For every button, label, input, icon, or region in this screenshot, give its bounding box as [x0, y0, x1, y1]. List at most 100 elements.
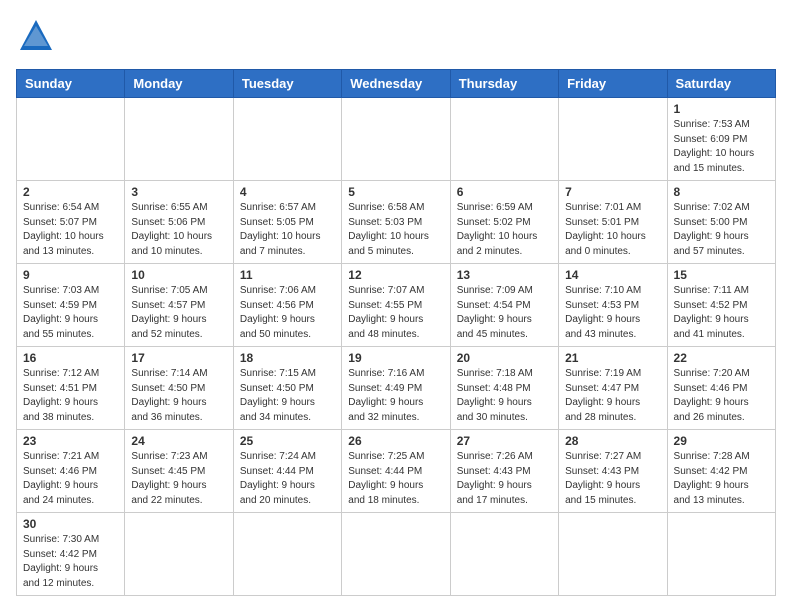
day-number: 28 [565, 434, 660, 448]
day-number: 24 [131, 434, 226, 448]
calendar-cell: 8Sunrise: 7:02 AM Sunset: 5:00 PM Daylig… [667, 181, 775, 264]
day-info: Sunrise: 7:19 AM Sunset: 4:47 PM Dayligh… [565, 367, 660, 425]
day-number: 1 [674, 102, 769, 116]
calendar-cell: 2 Sunrise: 6:54 AM Sunset: 5:07 PM Daylig… [17, 181, 125, 264]
day-info: Sunrise: 7:05 AM Sunset: 4:57 PM Dayligh… [131, 284, 226, 342]
calendar-week-3: 16 Sunrise: 7:12 AM Sunset: 4:51 PM Dayli… [17, 347, 776, 430]
calendar-cell: 19 Sunrise: 7:16 AM Sunset: 4:49 PM Dayli… [342, 347, 450, 430]
calendar-cell: 6Sunrise: 6:59 AM Sunset: 5:02 PM Daylig… [450, 181, 558, 264]
calendar-cell: 10 Sunrise: 7:05 AM Sunset: 4:57 PM Dayli… [125, 264, 233, 347]
calendar-cell [125, 98, 233, 181]
calendar-cell: 25 Sunrise: 7:24 AM Sunset: 4:44 PM Dayli… [233, 430, 341, 513]
day-number: 3 [131, 185, 226, 199]
calendar-cell: 30Sunrise: 7:30 AM Sunset: 4:42 PM Dayli… [17, 513, 125, 596]
calendar-cell: 16 Sunrise: 7:12 AM Sunset: 4:51 PM Dayli… [17, 347, 125, 430]
day-info: Sunrise: 7:21 AM Sunset: 4:46 PM Dayligh… [23, 450, 118, 508]
day-info: Sunrise: 7:06 AM Sunset: 4:56 PM Dayligh… [240, 284, 335, 342]
calendar-header-thursday: Thursday [450, 70, 558, 98]
calendar-cell: 17 Sunrise: 7:14 AM Sunset: 4:50 PM Dayli… [125, 347, 233, 430]
day-info: Sunrise: 7:16 AM Sunset: 4:49 PM Dayligh… [348, 367, 443, 425]
header [16, 16, 776, 61]
calendar-cell [125, 513, 233, 596]
calendar-week-4: 23 Sunrise: 7:21 AM Sunset: 4:46 PM Dayli… [17, 430, 776, 513]
day-info: Sunrise: 7:03 AM Sunset: 4:59 PM Dayligh… [23, 284, 118, 342]
day-info: Sunrise: 7:27 AM Sunset: 4:43 PM Dayligh… [565, 450, 660, 508]
day-info: Sunrise: 7:07 AM Sunset: 4:55 PM Dayligh… [348, 284, 443, 342]
day-info: Sunrise: 7:14 AM Sunset: 4:50 PM Dayligh… [131, 367, 226, 425]
day-info: Sunrise: 7:24 AM Sunset: 4:44 PM Dayligh… [240, 450, 335, 508]
logo-icon [16, 16, 56, 61]
calendar-cell: 11 Sunrise: 7:06 AM Sunset: 4:56 PM Dayli… [233, 264, 341, 347]
calendar-cell [342, 98, 450, 181]
calendar-week-1: 2 Sunrise: 6:54 AM Sunset: 5:07 PM Daylig… [17, 181, 776, 264]
day-number: 20 [457, 351, 552, 365]
calendar-header-friday: Friday [559, 70, 667, 98]
day-number: 27 [457, 434, 552, 448]
day-info: Sunrise: 6:54 AM Sunset: 5:07 PM Dayligh… [23, 201, 118, 259]
calendar-header-sunday: Sunday [17, 70, 125, 98]
calendar-cell [17, 98, 125, 181]
calendar-header-wednesday: Wednesday [342, 70, 450, 98]
calendar-cell: 1 Sunrise: 7:53 AM Sunset: 6:09 PM Daylig… [667, 98, 775, 181]
calendar-cell: 24 Sunrise: 7:23 AM Sunset: 4:45 PM Dayli… [125, 430, 233, 513]
calendar-header-row: SundayMondayTuesdayWednesdayThursdayFrid… [17, 70, 776, 98]
day-number: 8 [674, 185, 769, 199]
calendar-cell: 5Sunrise: 6:58 AM Sunset: 5:03 PM Daylig… [342, 181, 450, 264]
calendar-header-monday: Monday [125, 70, 233, 98]
day-number: 4 [240, 185, 335, 199]
calendar-cell [450, 513, 558, 596]
day-info: Sunrise: 7:10 AM Sunset: 4:53 PM Dayligh… [565, 284, 660, 342]
calendar-header-saturday: Saturday [667, 70, 775, 98]
day-info: Sunrise: 7:23 AM Sunset: 4:45 PM Dayligh… [131, 450, 226, 508]
day-number: 25 [240, 434, 335, 448]
calendar-cell [450, 98, 558, 181]
day-number: 10 [131, 268, 226, 282]
calendar-cell: 28 Sunrise: 7:27 AM Sunset: 4:43 PM Dayli… [559, 430, 667, 513]
calendar-cell [233, 98, 341, 181]
calendar-week-5: 30Sunrise: 7:30 AM Sunset: 4:42 PM Dayli… [17, 513, 776, 596]
day-info: Sunrise: 7:18 AM Sunset: 4:48 PM Dayligh… [457, 367, 552, 425]
calendar-cell: 18 Sunrise: 7:15 AM Sunset: 4:50 PM Dayli… [233, 347, 341, 430]
day-number: 22 [674, 351, 769, 365]
day-number: 11 [240, 268, 335, 282]
day-info: Sunrise: 7:11 AM Sunset: 4:52 PM Dayligh… [674, 284, 769, 342]
day-number: 23 [23, 434, 118, 448]
calendar-cell: 12 Sunrise: 7:07 AM Sunset: 4:55 PM Dayli… [342, 264, 450, 347]
calendar-cell [342, 513, 450, 596]
day-number: 16 [23, 351, 118, 365]
calendar-cell: 9 Sunrise: 7:03 AM Sunset: 4:59 PM Daylig… [17, 264, 125, 347]
day-number: 2 [23, 185, 118, 199]
day-info: Sunrise: 6:57 AM Sunset: 5:05 PM Dayligh… [240, 201, 335, 259]
logo [16, 16, 60, 61]
day-info: Sunrise: 7:01 AM Sunset: 5:01 PM Dayligh… [565, 201, 660, 259]
day-number: 18 [240, 351, 335, 365]
calendar-cell: 29Sunrise: 7:28 AM Sunset: 4:42 PM Dayli… [667, 430, 775, 513]
day-info: Sunrise: 7:20 AM Sunset: 4:46 PM Dayligh… [674, 367, 769, 425]
calendar-cell [559, 513, 667, 596]
calendar-week-0: 1 Sunrise: 7:53 AM Sunset: 6:09 PM Daylig… [17, 98, 776, 181]
day-info: Sunrise: 6:55 AM Sunset: 5:06 PM Dayligh… [131, 201, 226, 259]
day-info: Sunrise: 7:26 AM Sunset: 4:43 PM Dayligh… [457, 450, 552, 508]
calendar-cell: 4 Sunrise: 6:57 AM Sunset: 5:05 PM Daylig… [233, 181, 341, 264]
day-info: Sunrise: 7:53 AM Sunset: 6:09 PM Dayligh… [674, 118, 769, 176]
day-number: 9 [23, 268, 118, 282]
day-info: Sunrise: 7:15 AM Sunset: 4:50 PM Dayligh… [240, 367, 335, 425]
day-number: 15 [674, 268, 769, 282]
calendar-cell [667, 513, 775, 596]
day-info: Sunrise: 6:58 AM Sunset: 5:03 PM Dayligh… [348, 201, 443, 259]
day-info: Sunrise: 7:12 AM Sunset: 4:51 PM Dayligh… [23, 367, 118, 425]
day-number: 14 [565, 268, 660, 282]
day-number: 12 [348, 268, 443, 282]
calendar-cell [559, 98, 667, 181]
day-number: 7 [565, 185, 660, 199]
calendar-cell [233, 513, 341, 596]
calendar-cell: 13Sunrise: 7:09 AM Sunset: 4:54 PM Dayli… [450, 264, 558, 347]
day-number: 17 [131, 351, 226, 365]
day-number: 19 [348, 351, 443, 365]
calendar-cell: 14 Sunrise: 7:10 AM Sunset: 4:53 PM Dayli… [559, 264, 667, 347]
day-number: 6 [457, 185, 552, 199]
calendar-header-tuesday: Tuesday [233, 70, 341, 98]
calendar-table: SundayMondayTuesdayWednesdayThursdayFrid… [16, 69, 776, 596]
calendar-cell: 23 Sunrise: 7:21 AM Sunset: 4:46 PM Dayli… [17, 430, 125, 513]
day-info: Sunrise: 7:25 AM Sunset: 4:44 PM Dayligh… [348, 450, 443, 508]
